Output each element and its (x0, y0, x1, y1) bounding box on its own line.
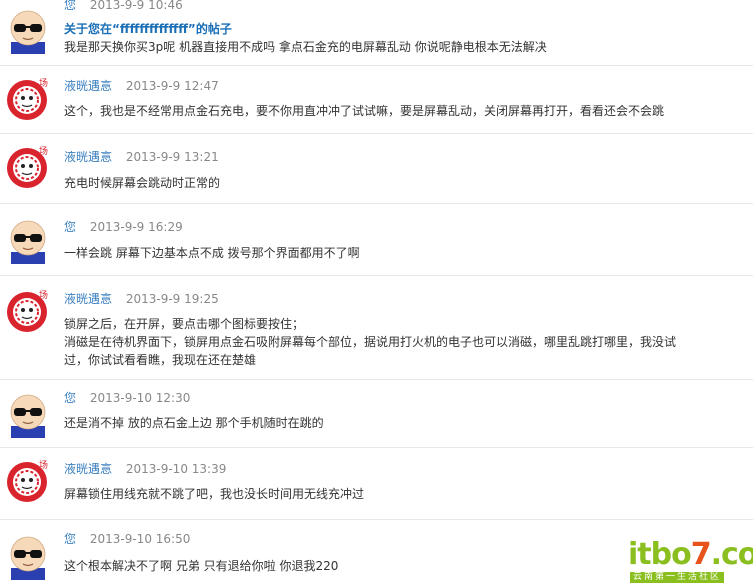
message-line: 充电时候屏幕会跳动时正常的 (64, 176, 221, 190)
message-meta: 液晄遇悥 2013-9-9 19:25 (64, 292, 219, 306)
author-name[interactable]: 您 (64, 532, 76, 546)
svg-text:场: 场 (39, 460, 48, 471)
red-circle-face-icon: 场 (7, 78, 48, 120)
svg-text:场: 场 (39, 290, 48, 301)
avatar-bald-sunglasses[interactable] (3, 214, 53, 264)
message-time: 2013-9-9 12:47 (125, 79, 219, 93)
message-meta: 液晄遇悥 2013-9-10 13:39 (64, 462, 226, 476)
avatar-red-circle[interactable]: 场 (3, 456, 53, 506)
bald-sunglasses-icon (10, 220, 46, 264)
message-line: 我是那天换你买3p呢 机器直接用不成吗 拿点石金充的电屏幕乱动 你说呢静电根本无… (64, 40, 547, 54)
thread-reference-link[interactable]: 关于您在“ffffffffffffff”的帖子 (64, 20, 704, 38)
message-line: 这个，我也是不经常用点金石充电，要不你用直冲冲了试试嘛，要是屏幕乱动，关闭屏幕再… (64, 104, 665, 118)
message-line: 锁屏之后，在开屏，要点击哪个图标要按住； (64, 317, 305, 331)
message-meta: 您 2013-9-9 16:29 (64, 220, 183, 234)
message-body: 这个，我也是不经常用点金石充电，要不你用直冲冲了试试嘛，要是屏幕乱动，关闭屏幕再… (64, 102, 704, 120)
avatar-bald-sunglasses[interactable] (3, 4, 53, 54)
message-time: 2013-9-10 12:30 (89, 391, 191, 405)
message-meta: 您 2013-9-10 12:30 (64, 391, 190, 405)
message-time: 2013-9-9 13:21 (125, 150, 219, 164)
message-time: 2013-9-10 13:39 (125, 462, 227, 476)
message-thread: 您 2013-9-9 10:46 关于您在“ffffffffffffff”的帖子… (0, 0, 753, 585)
avatar-bald-sunglasses[interactable] (3, 388, 53, 438)
message-body: 一样会跳 屏幕下边基本点不成 拨号那个界面都用不了啊 (64, 244, 704, 262)
avatar-red-circle[interactable]: 场 (3, 286, 53, 336)
svg-text:场: 场 (39, 146, 48, 157)
message-item: 场 液晄遇悥 2013-9-9 12:47 这个，我也是不经常用点金石充电，要不… (0, 66, 753, 134)
message-time: 2013-9-9 10:46 (89, 0, 183, 12)
message-line: 过，你试试看看瞧，我现在还在楚雄 (64, 353, 257, 367)
red-circle-face-icon: 场 (7, 146, 48, 188)
author-name[interactable]: 您 (64, 391, 76, 405)
message-body: 锁屏之后，在开屏，要点击哪个图标要按住； 消磁是在待机界面下，锁屏用点金石吸附屏… (64, 315, 704, 369)
message-line: 还是消不掉 放的点石金上边 那个手机随时在跳的 (64, 416, 324, 430)
watermark-prefix: itbo (628, 537, 692, 572)
message-body: 充电时候屏幕会跳动时正常的 (64, 174, 704, 192)
bald-sunglasses-icon (10, 394, 46, 438)
bald-sunglasses-icon (10, 536, 46, 580)
message-body: 这个根本解决不了啊 兄弟 只有退给你啦 你退我220 (64, 557, 704, 575)
message-item: 场 液晄遇悥 2013-9-10 13:39 屏幕锁住用线充就不跳了吧，我也没长… (0, 448, 753, 520)
avatar-red-circle[interactable]: 场 (3, 142, 53, 192)
author-name[interactable]: 液晄遇悥 (64, 79, 112, 93)
message-line: 一样会跳 屏幕下边基本点不成 拨号那个界面都用不了啊 (64, 246, 360, 260)
message-body: 屏幕锁住用线充就不跳了吧，我也没长时间用无线充冲过 (64, 485, 704, 503)
avatar-bald-sunglasses[interactable] (3, 530, 53, 580)
message-line: 屏幕锁住用线充就不跳了吧，我也没长时间用无线充冲过 (64, 487, 365, 501)
bald-sunglasses-icon (10, 10, 46, 54)
message-meta: 您 2013-9-10 16:50 (64, 532, 190, 546)
message-time: 2013-9-10 16:50 (89, 532, 191, 546)
message-item: 您 2013-9-9 10:46 关于您在“ffffffffffffff”的帖子… (0, 0, 753, 66)
watermark-slogan: 云南第一生活社区 (630, 572, 725, 583)
author-name[interactable]: 液晄遇悥 (64, 462, 112, 476)
red-circle-face-icon: 场 (7, 290, 48, 332)
message-meta: 液晄遇悥 2013-9-9 13:21 (64, 150, 219, 164)
watermark-suffix: .com (710, 537, 753, 572)
message-item: 场 液晄遇悥 2013-9-9 13:21 充电时候屏幕会跳动时正常的 (0, 134, 753, 204)
author-name[interactable]: 液晄遇悥 (64, 150, 112, 164)
message-time: 2013-9-9 16:29 (89, 220, 183, 234)
message-item: 您 2013-9-10 12:30 还是消不掉 放的点石金上边 那个手机随时在跳… (0, 380, 753, 448)
message-meta: 液晄遇悥 2013-9-9 12:47 (64, 79, 219, 93)
message-item: 场 液晄遇悥 2013-9-9 19:25 锁屏之后，在开屏，要点击哪个图标要按… (0, 276, 753, 380)
message-line: 消磁是在待机界面下，锁屏用点金石吸附屏幕每个部位，据说用打火机的电子也可以消磁，… (64, 335, 677, 349)
message-item: 您 2013-9-9 16:29 一样会跳 屏幕下边基本点不成 拨号那个界面都用… (0, 204, 753, 276)
message-time: 2013-9-9 19:25 (125, 292, 219, 306)
watermark-seven: 7 (690, 537, 712, 572)
site-watermark: itbo7.com 云南第一生活社区 (622, 538, 753, 584)
red-circle-face-icon: 场 (7, 460, 48, 502)
watermark-logo: itbo7.com (628, 538, 753, 572)
message-body: 还是消不掉 放的点石金上边 那个手机随时在跳的 (64, 414, 704, 432)
svg-text:场: 场 (39, 78, 48, 89)
message-line: 这个根本解决不了啊 兄弟 只有退给你啦 你退我220 (64, 559, 339, 573)
author-name[interactable]: 液晄遇悥 (64, 292, 112, 306)
message-meta: 您 2013-9-9 10:46 (64, 0, 183, 12)
author-name[interactable]: 您 (64, 0, 76, 12)
author-name[interactable]: 您 (64, 220, 76, 234)
message-body: 关于您在“ffffffffffffff”的帖子 我是那天换你买3p呢 机器直接用… (64, 20, 704, 56)
avatar-red-circle[interactable]: 场 (3, 74, 53, 124)
